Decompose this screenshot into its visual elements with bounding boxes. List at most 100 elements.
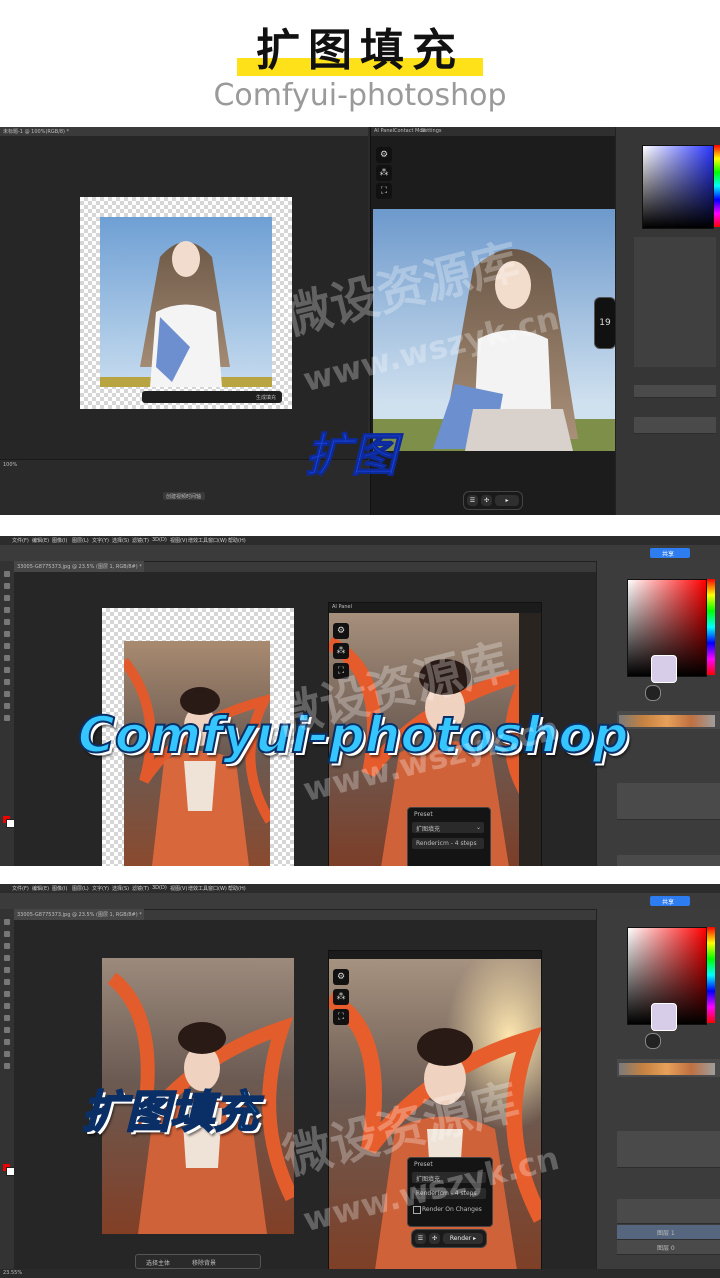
menu-item[interactable]: 图像(I)	[52, 885, 67, 892]
move-tool-icon[interactable]	[4, 919, 10, 925]
stamp-tool-icon[interactable]	[4, 991, 10, 997]
gradient-tool-icon[interactable]	[4, 667, 10, 673]
expand-icon[interactable]: ⛶	[376, 183, 392, 199]
layer-row[interactable]	[617, 1155, 720, 1168]
menu-item[interactable]: 图像(I)	[52, 537, 67, 544]
generate-fill-button[interactable]: 生成填充	[256, 394, 276, 401]
create-timeline-button[interactable]: 创建视频时间轴	[163, 492, 205, 500]
render-button[interactable]: ▸	[495, 495, 519, 506]
settings-icon[interactable]: ⚙	[376, 147, 392, 163]
document-tab[interactable]: 33005-G8775373.jpg @ 23.5% (图层 1, RGB/8#…	[17, 563, 142, 570]
layer-row[interactable]	[634, 417, 716, 434]
layer-row[interactable]: 图层 0	[617, 1240, 720, 1255]
hand-tool-icon[interactable]	[4, 1051, 10, 1057]
pen-tool-icon[interactable]	[4, 679, 10, 685]
target-icon[interactable]: ✣	[481, 495, 492, 506]
overlay-title: 扩图填充	[81, 1086, 259, 1139]
stamp-tool-icon[interactable]	[4, 643, 10, 649]
zoom-tool-icon[interactable]	[4, 1063, 10, 1069]
brush-tool-icon[interactable]	[4, 979, 10, 985]
crop-tool-icon[interactable]	[4, 619, 10, 625]
menu-item[interactable]: 窗口(W)	[208, 885, 227, 892]
menu-item[interactable]: 帮助(H)	[228, 537, 246, 544]
share-button[interactable]: 共享	[650, 896, 690, 906]
hue-slider[interactable]	[714, 145, 720, 227]
share-button[interactable]: 共享	[650, 548, 690, 558]
menu-item[interactable]: 图层(L)	[72, 537, 89, 544]
menu-item[interactable]: 文件(F)	[12, 537, 29, 544]
document-tab[interactable]: 33005-G8775373.jpg @ 23.5% (图层 1, RGB/8#…	[17, 911, 142, 918]
eraser-tool-icon[interactable]	[4, 655, 10, 661]
marquee-tool-icon[interactable]	[4, 583, 10, 589]
tools-panel	[0, 561, 15, 866]
remove-background-button[interactable]: 移除背景	[192, 1258, 216, 1267]
render-button[interactable]: Render ▸	[443, 1233, 483, 1244]
type-tool-icon[interactable]	[4, 1039, 10, 1045]
lasso-tool-icon[interactable]	[4, 943, 10, 949]
gradient-tool-icon[interactable]	[4, 1015, 10, 1021]
render-select[interactable]: Render: icm - 4 steps	[412, 838, 484, 849]
nodes-icon[interactable]: ⁂	[376, 165, 392, 181]
menu-item[interactable]: 3D(D)	[152, 537, 167, 543]
crop-tool-icon[interactable]	[4, 967, 10, 973]
menu-item[interactable]: 滤镜(T)	[132, 537, 149, 544]
type-tool-icon[interactable]	[4, 691, 10, 697]
menu-item[interactable]: 文件(F)	[12, 885, 29, 892]
pen-tool-icon[interactable]	[4, 1027, 10, 1033]
layer-row[interactable]	[617, 1211, 720, 1224]
lasso-tool-icon[interactable]	[4, 595, 10, 601]
layer-row-selected[interactable]: 图层 1	[617, 1225, 720, 1240]
document-tab-bar: 未标题-1 @ 100%(RGB/8) *	[0, 127, 368, 136]
tab-ai-panel[interactable]: AI Panel	[374, 128, 394, 134]
menu-item[interactable]: 视图(V)	[170, 537, 187, 544]
menu-item[interactable]: 选择(S)	[112, 885, 129, 892]
settings-icon[interactable]: ⚙	[333, 623, 349, 639]
layer-row[interactable]	[617, 807, 720, 820]
target-icon[interactable]: ✣	[429, 1233, 440, 1244]
menu-item[interactable]: 帮助(H)	[228, 885, 246, 892]
menu-item[interactable]: 增效工具	[188, 885, 208, 892]
menu-item[interactable]: 文字(Y)	[92, 885, 109, 892]
hue-slider[interactable]	[707, 927, 715, 1023]
marquee-tool-icon[interactable]	[4, 931, 10, 937]
menu-item[interactable]: 滤镜(T)	[132, 885, 149, 892]
tab-settings[interactable]: Settings	[421, 128, 442, 134]
move-tool-icon[interactable]	[4, 571, 10, 577]
preset-select[interactable]: 扩图填充 ⌄	[412, 822, 484, 833]
layer-row[interactable]	[634, 385, 716, 398]
menu-item[interactable]: 编辑(E)	[32, 537, 49, 544]
menu-item[interactable]: 文字(Y)	[92, 537, 109, 544]
preset-thumbnails[interactable]	[619, 1063, 715, 1075]
menu-item[interactable]: 视图(V)	[170, 885, 187, 892]
hand-tool-icon[interactable]	[4, 703, 10, 709]
eraser-tool-icon[interactable]	[4, 1003, 10, 1009]
nodes-icon[interactable]: ⁂	[333, 643, 349, 659]
magic-wand-icon[interactable]	[4, 607, 10, 613]
brush-tool-icon[interactable]	[4, 631, 10, 637]
menu-item[interactable]: 选择(S)	[112, 537, 129, 544]
expand-icon[interactable]: ⛶	[333, 1009, 349, 1025]
layer-row[interactable]	[617, 855, 720, 866]
menu-item[interactable]: 3D(D)	[152, 885, 167, 891]
preset-thumbnails[interactable]	[619, 715, 715, 727]
zoom-tool-icon[interactable]	[4, 715, 10, 721]
contextual-taskbar: 选择主体 移除背景	[135, 1254, 261, 1269]
color-picker[interactable]	[642, 145, 714, 229]
frame-counter[interactable]: 19	[594, 297, 616, 349]
select-subject-button[interactable]: 选择主体	[146, 1258, 170, 1267]
hue-slider[interactable]	[707, 579, 715, 675]
layer-name: 图层 1	[657, 1230, 675, 1237]
plugin-icon[interactable]	[651, 1003, 677, 1031]
nodes-icon[interactable]: ⁂	[333, 989, 349, 1005]
magic-wand-icon[interactable]	[4, 955, 10, 961]
menu-icon[interactable]: ☰	[467, 495, 478, 506]
menu-item[interactable]: 图层(L)	[72, 885, 89, 892]
status-bar: 23.55%	[0, 1269, 720, 1278]
menu-item[interactable]: 编辑(E)	[32, 885, 49, 892]
menu-item[interactable]: 增效工具	[188, 537, 208, 544]
settings-icon[interactable]: ⚙	[333, 969, 349, 985]
document-tab[interactable]: 未标题-1 @ 100%(RGB/8) *	[3, 128, 69, 135]
menu-item[interactable]: 窗口(W)	[208, 537, 227, 544]
menu-icon[interactable]: ☰	[415, 1233, 426, 1244]
plugin-icon[interactable]	[651, 655, 677, 683]
